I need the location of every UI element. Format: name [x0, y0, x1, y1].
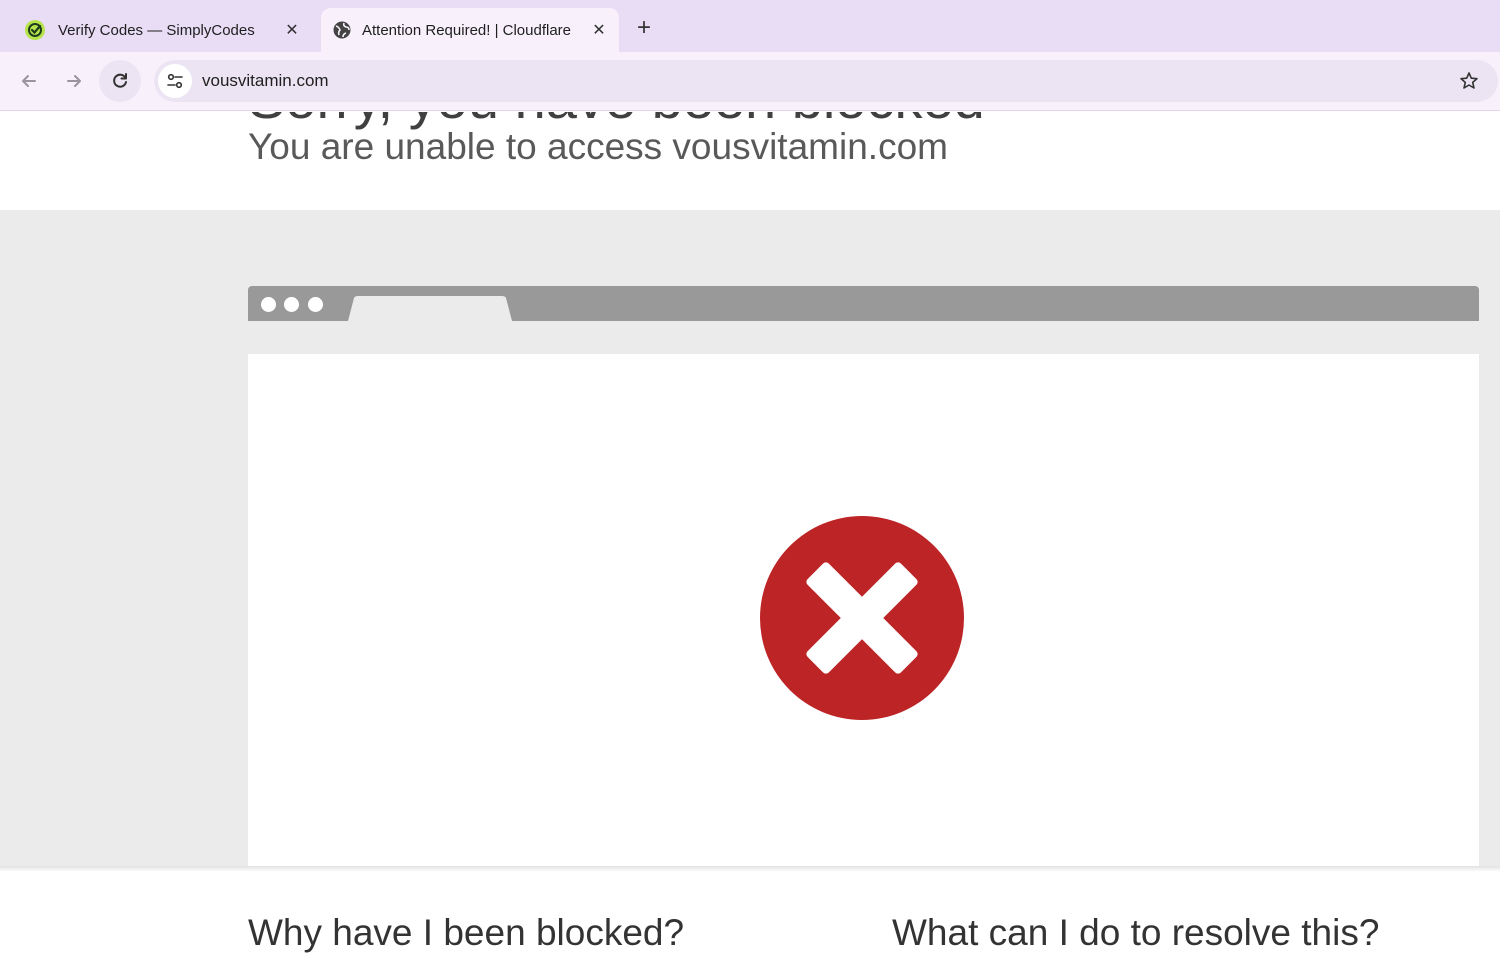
forward-button[interactable]: [53, 60, 95, 102]
back-button[interactable]: [8, 60, 50, 102]
simplycodes-favicon-icon: [24, 19, 46, 41]
page-subtitle: You are unable to access vousvitamin.com: [248, 126, 948, 167]
tab-cloudflare[interactable]: Attention Required! | Cloudflare ✕: [321, 8, 619, 52]
why-blocked-heading: Why have I been blocked?: [248, 912, 685, 953]
arrow-left-icon: [22, 75, 36, 87]
tab-title: Attention Required! | Cloudflare: [362, 21, 572, 39]
reload-icon: [113, 73, 127, 88]
tab-strip: Verify Codes — SimplyCodes ✕ Attention R…: [0, 0, 1500, 52]
window-dot: [261, 297, 276, 312]
illustration-window-body: [248, 354, 1479, 866]
error-x-icon: [760, 516, 964, 720]
resolve-heading: What can I do to resolve this?: [892, 912, 1380, 953]
browser-toolbar: vousvitamin.com: [0, 52, 1500, 111]
site-info-icon[interactable]: [158, 64, 192, 98]
address-bar[interactable]: vousvitamin.com: [154, 60, 1498, 102]
illustration-band: [0, 210, 1500, 866]
window-dot: [308, 297, 323, 312]
page-header: Sorry, you have been blocked You are una…: [0, 112, 1500, 210]
close-tab-icon[interactable]: ✕: [280, 18, 304, 42]
page-viewport: Sorry, you have been blocked You are una…: [0, 112, 1500, 956]
window-dot: [284, 297, 299, 312]
close-tab-icon[interactable]: ✕: [587, 18, 611, 42]
url-text[interactable]: vousvitamin.com: [202, 71, 329, 91]
tab-title: Verify Codes — SimplyCodes: [58, 21, 255, 39]
globe-icon: [331, 19, 353, 41]
new-tab-button[interactable]: +: [630, 14, 658, 42]
section-divider: [0, 866, 1500, 872]
reload-button[interactable]: [99, 60, 141, 102]
arrow-right-icon: [67, 75, 81, 87]
illustration-tab: [348, 296, 512, 321]
bookmark-star-icon[interactable]: [1458, 70, 1480, 92]
illustration-window-bar: [248, 286, 1479, 321]
tab-simplycodes[interactable]: Verify Codes — SimplyCodes ✕: [12, 8, 312, 52]
